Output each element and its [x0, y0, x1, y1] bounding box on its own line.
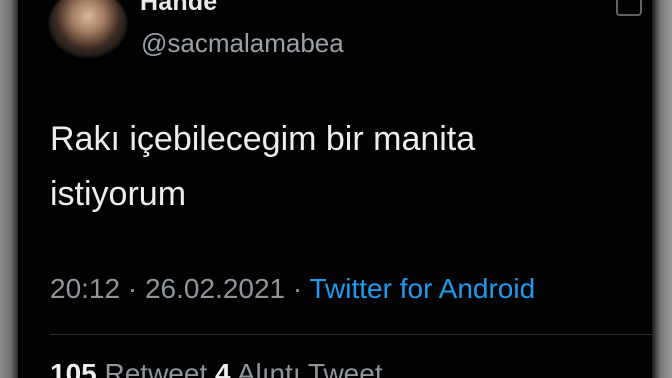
tweet-metadata: 20:12 · 26.02.2021 · Twitter for Android — [50, 273, 535, 305]
tweet-text: Rakı içebilecegim bir manita istiyorum — [50, 112, 650, 222]
quotes-label[interactable]: Alıntı Tweet — [237, 358, 383, 378]
display-name[interactable]: Hande — [140, 0, 217, 17]
tweet-card: Hande @sacmalamabea Rakı içebilecegim bi… — [18, 0, 652, 378]
photo-frame-left-edge — [0, 0, 18, 378]
meta-separator-2: · — [292, 273, 303, 304]
divider — [50, 334, 652, 335]
user-handle[interactable]: @sacmalamabea — [141, 28, 344, 59]
tweet-source-link[interactable]: Twitter for Android — [310, 273, 536, 304]
tweet-date[interactable]: 26.02.2021 — [145, 273, 285, 304]
avatar[interactable] — [50, 0, 126, 56]
meta-separator-1: · — [127, 273, 138, 304]
retweets-label[interactable]: Retweet — [105, 358, 208, 378]
photo-frame-right-edge — [652, 0, 672, 378]
retweets-count[interactable]: 105 — [50, 358, 97, 378]
tweet-text-line-1: Rakı içebilecegim bir manita — [50, 120, 476, 158]
tweet-text-line-2: istiyorum — [50, 175, 187, 213]
tweet-stats: 105 Retweet 4 Alıntı Tweet — [50, 358, 383, 378]
more-options-icon[interactable] — [616, 0, 642, 16]
tweet-time[interactable]: 20:12 — [50, 273, 120, 304]
quotes-count[interactable]: 4 — [215, 358, 231, 378]
